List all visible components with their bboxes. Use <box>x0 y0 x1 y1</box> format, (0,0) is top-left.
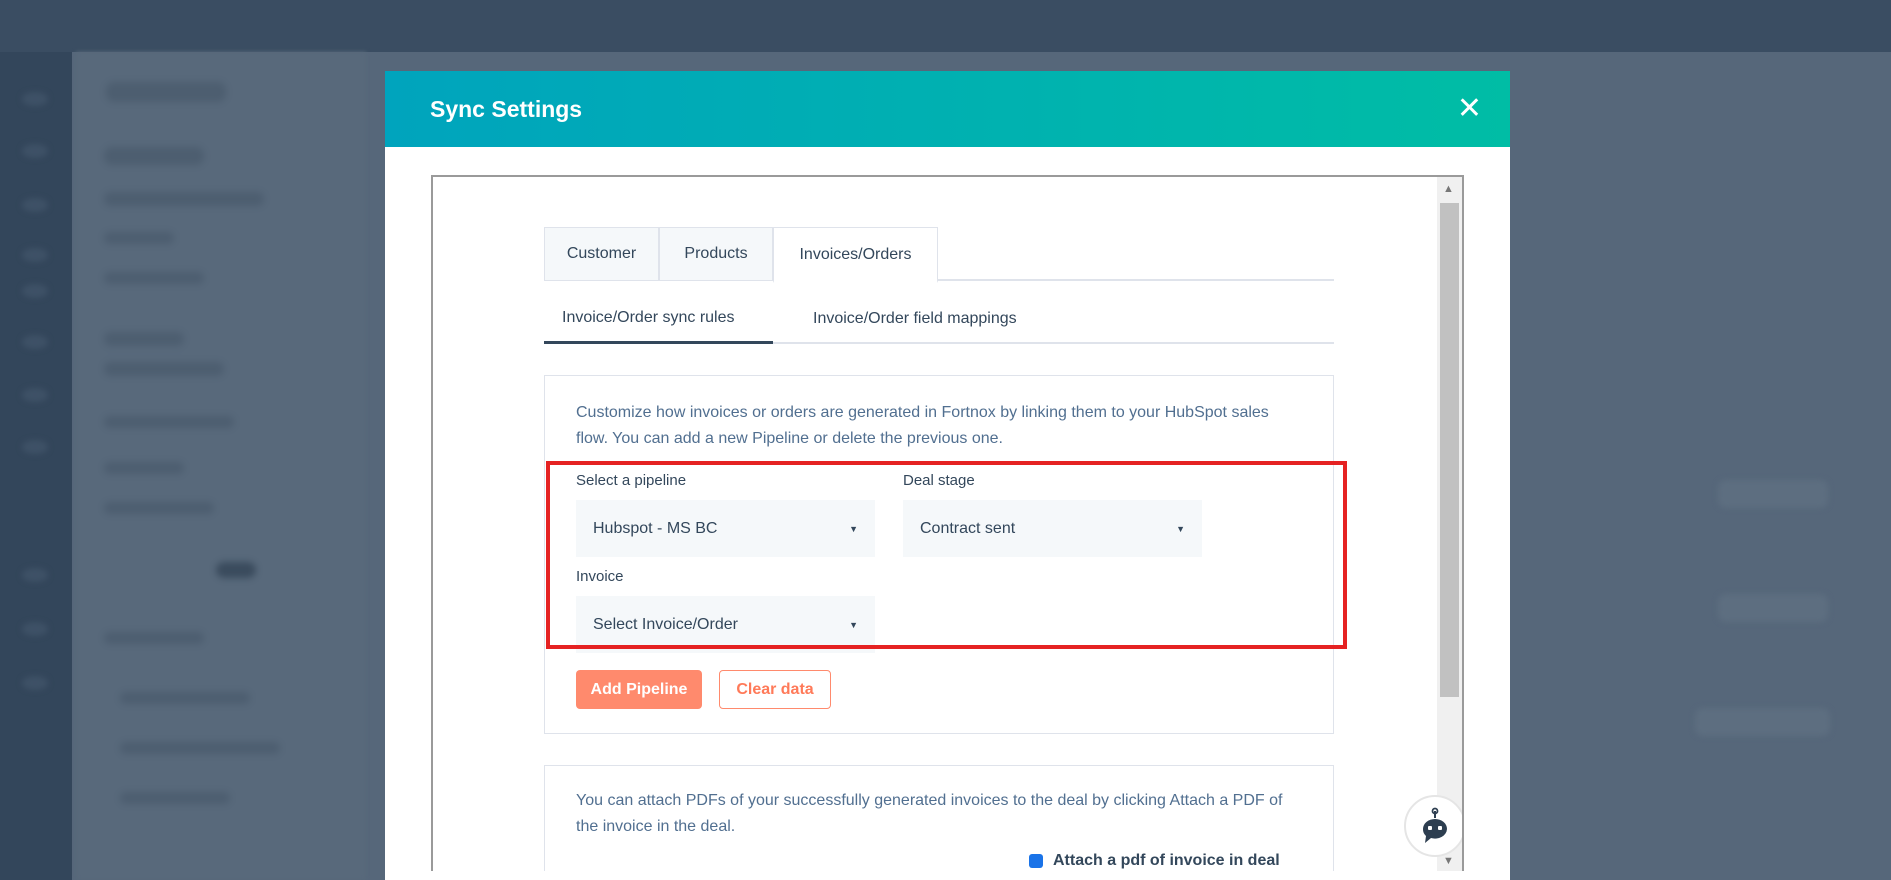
pipeline-label: Select a pipeline <box>576 472 687 489</box>
pipeline-select[interactable]: Hubspot - MS BC ▼ <box>576 500 875 557</box>
scrollbar[interactable]: ▲ ▼ <box>1437 177 1462 871</box>
sync-rules-description: Customize how invoices or orders are gen… <box>576 404 1269 447</box>
sync-settings-modal: Sync Settings ✕ ▲ ▼ Customer Products In… <box>385 71 1510 880</box>
pipeline-value: Hubspot - MS BC <box>593 519 718 537</box>
subtab-field-mappings[interactable]: Invoice/Order field mappings <box>773 294 1035 344</box>
sub-tabs: Invoice/Order sync rules Invoice/Order f… <box>544 294 1334 344</box>
scroll-down-icon[interactable]: ▼ <box>1443 855 1454 867</box>
scroll-up-icon[interactable]: ▲ <box>1443 183 1454 195</box>
invoice-label: Invoice <box>576 568 624 585</box>
main-tabs: Customer Products Invoices/Orders <box>544 227 1334 283</box>
attach-pdf-checkbox[interactable] <box>1029 854 1043 868</box>
caret-down-icon: ▼ <box>849 619 858 630</box>
chatbot-button[interactable] <box>1404 795 1462 857</box>
modal-title: Sync Settings <box>430 95 583 122</box>
tab-customer[interactable]: Customer <box>544 227 659 281</box>
caret-down-icon: ▼ <box>849 523 858 534</box>
close-icon[interactable]: ✕ <box>1457 94 1482 124</box>
caret-down-icon: ▼ <box>1176 523 1185 534</box>
deal-stage-select[interactable]: Contract sent ▼ <box>903 500 1202 557</box>
attach-pdf-description: You can attach PDFs of your successfully… <box>576 792 1283 835</box>
robot-icon <box>1422 807 1447 843</box>
attach-pdf-checkbox-row[interactable]: Attach a pdf of invoice in deal <box>1029 852 1280 870</box>
add-pipeline-button[interactable]: Add Pipeline <box>576 670 702 709</box>
modal-header: Sync Settings ✕ <box>385 71 1510 147</box>
sync-rules-card: Customize how invoices or orders are gen… <box>544 375 1334 734</box>
attach-pdf-checkbox-label: Attach a pdf of invoice in deal <box>1053 852 1280 869</box>
invoice-value: Select Invoice/Order <box>593 615 738 633</box>
background-sidebar <box>0 52 72 880</box>
deal-stage-value: Contract sent <box>920 519 1016 537</box>
invoice-select[interactable]: Select Invoice/Order ▼ <box>576 596 875 653</box>
settings-iframe: ▲ ▼ Customer Products Invoices/Orders In… <box>431 175 1464 871</box>
tab-invoices-orders[interactable]: Invoices/Orders <box>773 227 938 283</box>
deal-stage-label: Deal stage <box>903 472 975 489</box>
attach-pdf-card: You can attach PDFs of your successfully… <box>544 765 1334 871</box>
background-top-nav <box>0 0 1891 52</box>
tab-products[interactable]: Products <box>659 227 773 281</box>
clear-data-button[interactable]: Clear data <box>719 670 831 709</box>
background-settings-panel <box>76 52 366 880</box>
subtab-sync-rules[interactable]: Invoice/Order sync rules <box>544 294 773 344</box>
scrollbar-thumb[interactable] <box>1440 203 1459 697</box>
